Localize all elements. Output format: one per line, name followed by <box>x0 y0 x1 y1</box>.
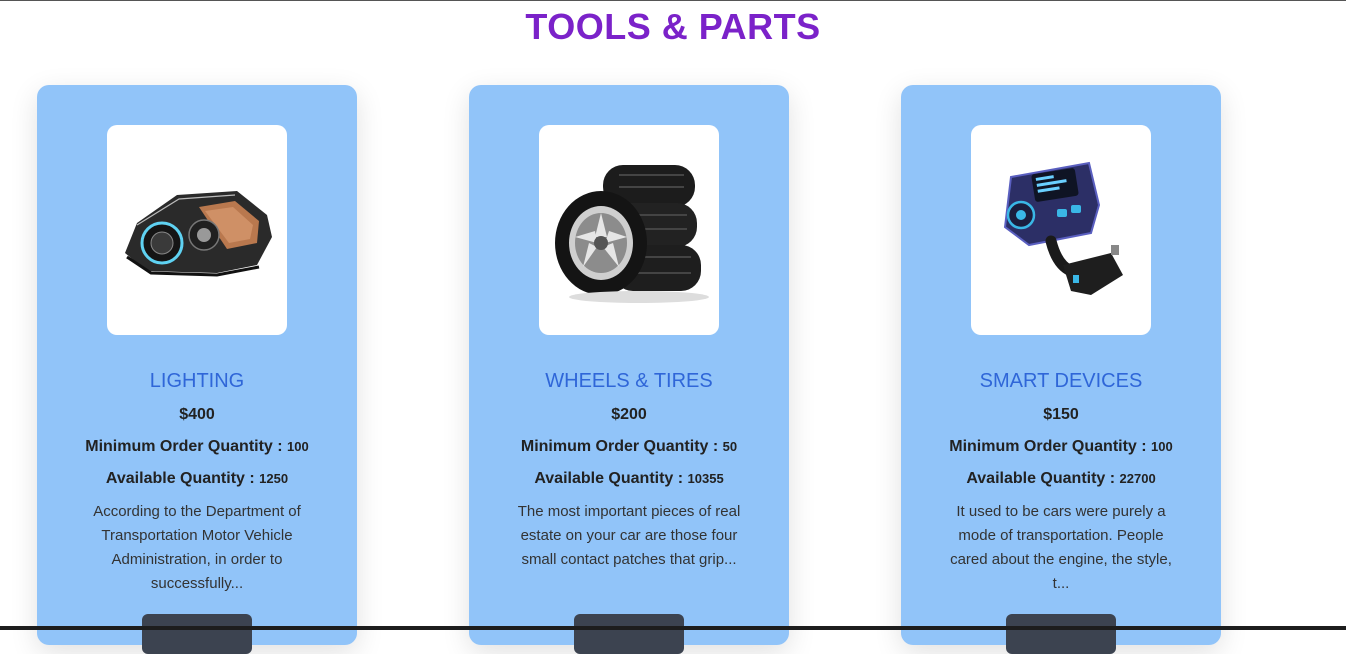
min-order-value: 100 <box>287 439 309 454</box>
available-quantity-label: Available Quantity : <box>105 470 260 487</box>
product-card-wheels-tires: WHEELS & TIRES $200 Minimum Order Quanti… <box>469 85 789 654</box>
min-order-quantity: Minimum Order Quantity : 100 <box>37 438 357 456</box>
product-action-button[interactable] <box>142 614 252 654</box>
available-quantity-value: 1250 <box>259 471 289 486</box>
product-action-button[interactable] <box>1006 614 1116 654</box>
min-order-label: Minimum Order Quantity : <box>520 438 723 455</box>
product-name[interactable]: LIGHTING <box>37 370 357 393</box>
min-order-value: 50 <box>722 439 738 454</box>
product-image-frame <box>539 125 719 335</box>
product-card-smart-devices: SMART DEVICES $150 Minimum Order Quantit… <box>901 85 1221 654</box>
available-quantity-value: 10355 <box>687 471 724 486</box>
available-quantity: Available Quantity : 1250 <box>37 470 357 488</box>
available-quantity-value: 22700 <box>1119 471 1156 486</box>
fm-transmitter-image <box>1003 161 1123 295</box>
min-order-label: Minimum Order Quantity : <box>949 438 1152 455</box>
top-divider <box>0 0 1346 1</box>
product-price: $200 <box>611 406 647 423</box>
available-quantity: Available Quantity : 22700 <box>901 470 1221 488</box>
available-quantity-label: Available Quantity : <box>534 470 688 487</box>
product-description: It used to be cars were purely a mode of… <box>950 503 1172 592</box>
product-action-button[interactable] <box>574 614 684 654</box>
product-card-lighting: LIGHTING $400 Minimum Order Quantity : 1… <box>37 85 357 654</box>
bottom-edge-strip <box>0 626 1346 630</box>
min-order-label: Minimum Order Quantity : <box>85 438 288 455</box>
headlight-image <box>125 191 272 277</box>
product-image-frame <box>971 125 1151 335</box>
product-description: The most important pieces of real estate… <box>517 503 741 568</box>
min-order-quantity: Minimum Order Quantity : 50 <box>469 438 789 456</box>
product-price: $150 <box>1043 406 1079 423</box>
available-quantity: Available Quantity : 10355 <box>469 470 789 488</box>
tires-image <box>555 165 709 303</box>
min-order-value: 100 <box>1151 439 1173 454</box>
product-description: According to the Department of Transport… <box>93 503 301 592</box>
min-order-quantity: Minimum Order Quantity : 100 <box>901 438 1221 456</box>
product-name[interactable]: SMART DEVICES <box>901 370 1221 393</box>
page-title: TOOLS & PARTS <box>525 6 821 47</box>
product-name[interactable]: WHEELS & TIRES <box>469 370 789 393</box>
product-price: $400 <box>179 406 215 423</box>
product-image-frame <box>107 125 287 335</box>
available-quantity-label: Available Quantity : <box>966 470 1120 487</box>
